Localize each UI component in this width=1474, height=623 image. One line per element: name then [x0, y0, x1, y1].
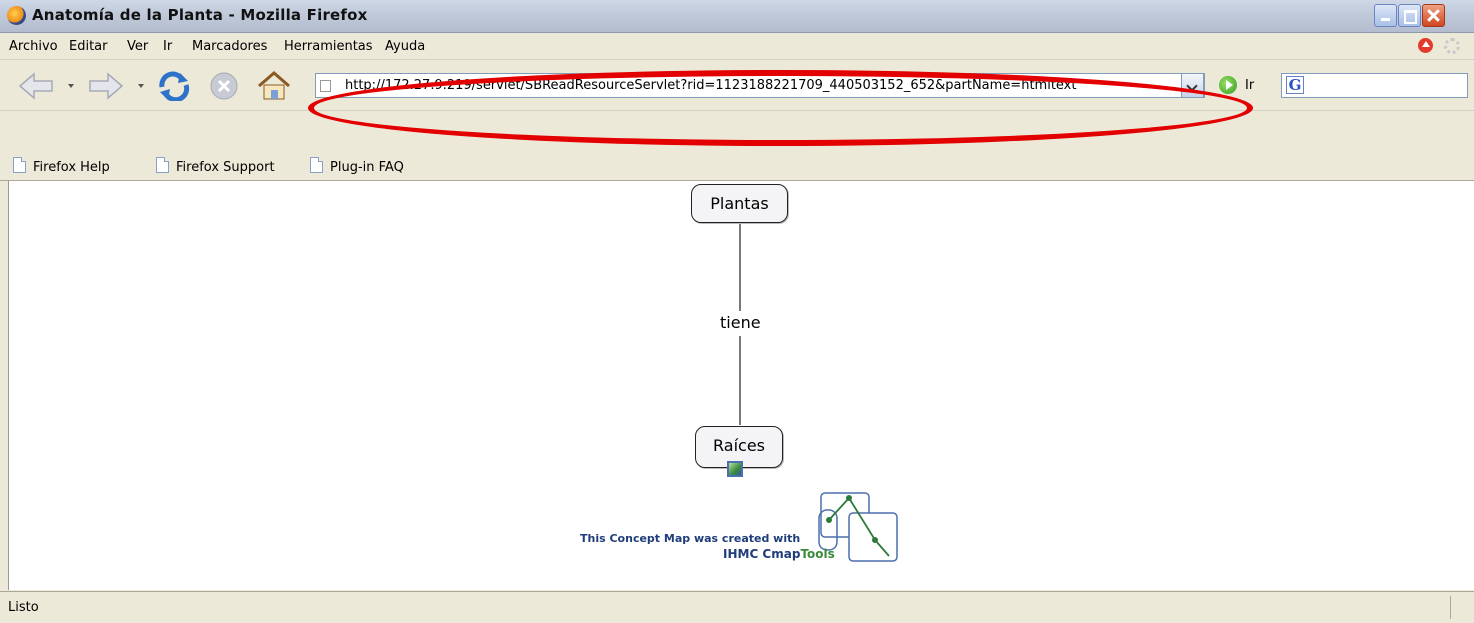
- go-arrow-icon[interactable]: [1219, 76, 1237, 94]
- bookmark-firefox-help[interactable]: Firefox Help: [13, 157, 110, 175]
- status-text: Listo: [8, 600, 39, 615]
- address-dropdown-button[interactable]: [1181, 73, 1204, 98]
- go-button-label[interactable]: Ir: [1245, 78, 1254, 93]
- reload-icon[interactable]: [156, 71, 192, 101]
- concept-map-links: [739, 223, 741, 425]
- close-button[interactable]: [1422, 4, 1445, 27]
- menu-bar: Archivo Editar Ver Ir Marcadores Herrami…: [0, 33, 1474, 60]
- bookmark-page-icon: [156, 157, 169, 173]
- forward-arrow-icon[interactable]: [86, 71, 126, 101]
- resize-grip-icon[interactable]: [1450, 596, 1471, 619]
- bookmarks-toolbar: Firefox Help Firefox Support Plug-in FAQ: [0, 149, 1474, 181]
- menu-archivo[interactable]: Archivo: [9, 39, 58, 54]
- navigation-toolbar: http://172.27.9.219/servlet/SBReadResour…: [0, 60, 1474, 111]
- bookmark-page-icon: [13, 157, 26, 173]
- google-icon[interactable]: G: [1286, 76, 1304, 94]
- bookmark-label: Firefox Support: [176, 160, 275, 175]
- update-alert-icon[interactable]: [1418, 38, 1433, 53]
- menu-herramientas[interactable]: Herramientas: [284, 39, 373, 54]
- cmap-brand-tools: Tools: [800, 547, 835, 561]
- page-icon: [320, 80, 331, 92]
- bookmark-plugin-faq[interactable]: Plug-in FAQ: [310, 157, 404, 175]
- firefox-window: Anatomía de la Planta - Mozilla Firefox …: [0, 0, 1474, 623]
- menu-ver[interactable]: Ver: [127, 39, 148, 54]
- cmap-credit-text: This Concept Map was created with: [580, 532, 801, 545]
- cmap-credit-brand: IHMC CmapTools: [723, 547, 835, 561]
- title-bar: Anatomía de la Planta - Mozilla Firefox: [0, 0, 1474, 33]
- forward-history-dropdown[interactable]: [138, 84, 144, 88]
- firefox-icon: [7, 6, 26, 25]
- search-input[interactable]: G: [1281, 73, 1468, 98]
- concept-node-plantas[interactable]: Plantas: [691, 184, 788, 223]
- bookmark-label: Firefox Help: [33, 160, 110, 175]
- stop-icon[interactable]: [208, 71, 240, 101]
- page-content: Plantas tiene Raíces This Concept Map wa…: [8, 181, 1474, 590]
- throbber-icon: [1444, 38, 1460, 54]
- menu-editar[interactable]: Editar: [69, 39, 108, 54]
- image-resource-icon[interactable]: [727, 461, 743, 477]
- bookmark-firefox-support[interactable]: Firefox Support: [156, 157, 275, 175]
- back-arrow-icon[interactable]: [16, 71, 56, 101]
- maximize-button[interactable]: [1398, 4, 1421, 27]
- status-bar: Listo: [0, 591, 1474, 623]
- bookmark-label: Plug-in FAQ: [330, 160, 404, 175]
- menu-ayuda[interactable]: Ayuda: [385, 39, 425, 54]
- bookmark-page-icon: [310, 157, 323, 173]
- home-icon[interactable]: [256, 71, 292, 101]
- address-url[interactable]: http://172.27.9.219/servlet/SBReadResour…: [345, 78, 1076, 93]
- address-bar[interactable]: http://172.27.9.219/servlet/SBReadResour…: [315, 73, 1205, 98]
- minimize-button[interactable]: [1374, 4, 1397, 27]
- menu-ir[interactable]: Ir: [163, 39, 172, 54]
- back-history-dropdown[interactable]: [68, 84, 74, 88]
- cmap-brand-ihmc: IHMC Cmap: [723, 547, 801, 561]
- menu-marcadores[interactable]: Marcadores: [192, 39, 267, 54]
- window-title: Anatomía de la Planta - Mozilla Firefox: [32, 6, 368, 24]
- linking-phrase[interactable]: tiene: [720, 313, 761, 332]
